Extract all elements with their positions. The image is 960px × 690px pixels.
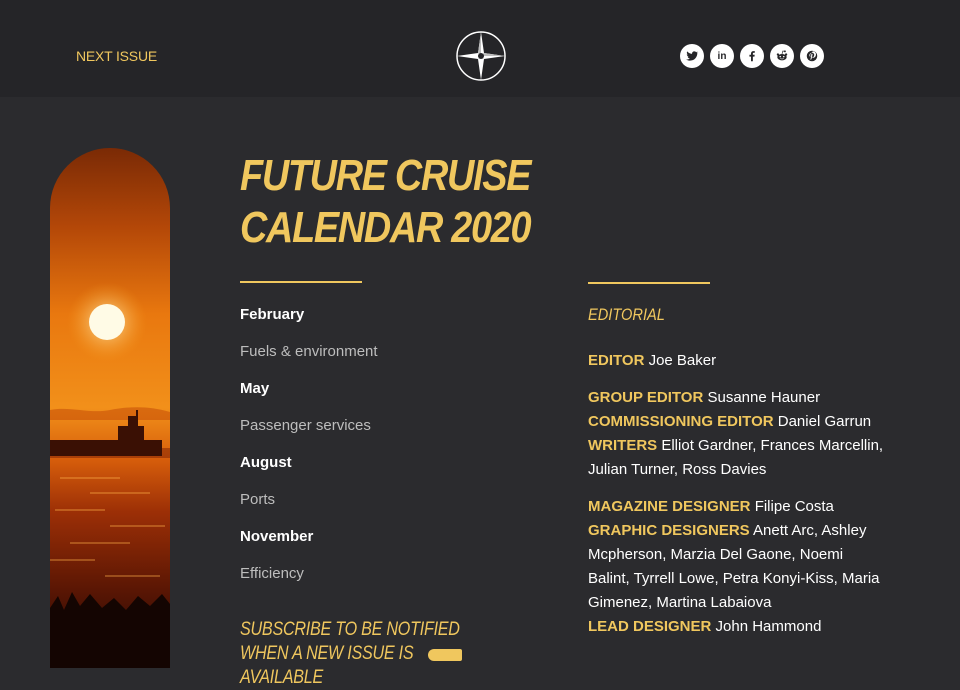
credit-role: COMMISSIONING EDITOR [588,413,774,430]
credit-names: Susanne Hauner [707,389,821,406]
calendar-topic: Ports [240,491,276,508]
credit-magazine-designer: MAGAZINE DESIGNER Filipe Costa [588,495,888,519]
credit-names: Daniel Garrun [777,413,872,430]
pinterest-icon[interactable] [800,44,824,68]
facebook-icon[interactable] [740,44,764,68]
credit-role: LEAD DESIGNER [588,618,712,635]
arrow-right-icon[interactable] [428,649,462,661]
credit-editor: EDITOR Joe Baker [588,349,888,373]
top-bar: NEXT ISSUE in [0,0,960,97]
credit-role: MAGAZINE DESIGNER [588,498,751,515]
calendar-month: November [240,528,314,545]
calendar-month: February [240,306,305,323]
credit-lead-designer: LEAD DESIGNER John Hammond [588,615,888,639]
reddit-icon[interactable] [770,44,794,68]
calendar-topic: Fuels & environment [240,343,378,360]
credit-group-editor: GROUP EDITOR Susanne Hauner [588,386,888,410]
social-links: in [680,44,824,68]
calendar-topic: Passenger services [240,417,371,434]
credit-graphic-designers: GRAPHIC DESIGNERS Anett Arc, Ashley Mcph… [588,519,888,615]
twitter-icon[interactable] [680,44,704,68]
credit-role: WRITERS [588,437,658,454]
linkedin-icon[interactable]: in [710,44,734,68]
calendar-divider [240,281,362,283]
page-title: FUTURE CRUISE CALENDAR 2020 [240,150,532,254]
calendar-topic: Efficiency [240,565,304,582]
credit-role: GROUP EDITOR [588,389,704,406]
credit-block-1: GROUP EDITOR Susanne Hauner COMMISSIONIN… [588,386,888,482]
credit-names: Joe Baker [648,352,717,369]
editorial-divider [588,282,710,284]
credit-role: EDITOR [588,352,645,369]
credit-names: John Hammond [715,618,822,635]
editorial-heading: EDITORIAL [588,305,665,324]
credit-block-2: MAGAZINE DESIGNER Filipe Costa GRAPHIC D… [588,495,888,639]
sunset-ship-image [50,148,170,668]
credit-writers: WRITERS Elliot Gardner, Frances Marcelli… [588,434,888,482]
calendar-month: August [240,454,292,471]
next-issue-link[interactable]: NEXT ISSUE [76,48,157,64]
calendar-month: May [240,380,270,397]
compass-star-icon[interactable] [455,30,507,82]
credit-commissioning-editor: COMMISSIONING EDITOR Daniel Garrun [588,410,888,434]
credit-role: GRAPHIC DESIGNERS [588,522,750,539]
linkedin-label: in [717,50,727,62]
title-line-2: CALENDAR 2020 [240,203,532,252]
credit-names: Filipe Costa [754,498,834,515]
title-line-1: FUTURE CRUISE [240,151,531,200]
